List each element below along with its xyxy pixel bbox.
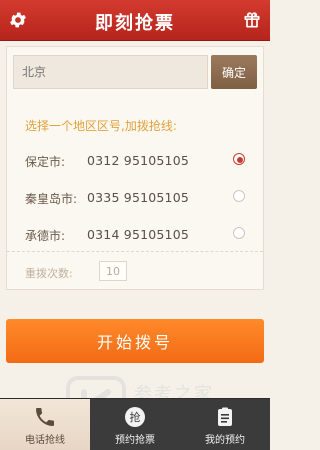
nav-item-my-reservations[interactable]: 我的预约 (180, 399, 270, 450)
radio-unselected-icon[interactable] (233, 190, 245, 202)
nav-item-reserve-grab[interactable]: 抢 预约抢票 (90, 399, 180, 450)
option-number: 0314 95105105 (87, 227, 190, 242)
dashed-divider (7, 251, 263, 252)
retry-count-input[interactable] (99, 261, 127, 281)
option-city: 保定市: (25, 155, 66, 169)
radio-selected-icon[interactable] (233, 153, 245, 165)
radio-unselected-icon[interactable] (233, 227, 245, 239)
clipboard-icon (213, 405, 237, 429)
option-number: 0335 95105105 (87, 190, 190, 205)
area-code-options: 保定市: 0312 95105105 秦皇岛市: 0335 95105105 承… (7, 147, 263, 258)
city-search-row: 确定 (13, 55, 257, 89)
retry-label: 重拨次数: (25, 267, 73, 280)
option-number: 0312 95105105 (87, 153, 190, 168)
gift-icon[interactable] (242, 10, 262, 30)
phone-icon (33, 405, 57, 429)
confirm-button[interactable]: 确定 (211, 55, 257, 89)
nav-label: 预约抢票 (115, 435, 155, 446)
option-city: 秦皇岛市: (25, 192, 78, 206)
page-title: 即刻抢票 (95, 13, 175, 34)
area-code-option[interactable]: 秦皇岛市: 0335 95105105 (7, 184, 263, 221)
bottom-navigation: 电话抢线 抢 预约抢票 我的预约 (0, 398, 270, 450)
svg-text:抢: 抢 (130, 410, 141, 424)
selection-card: 确定 选择一个地区区号,加拨抢线: 保定市: 0312 95105105 秦皇岛… (6, 46, 264, 290)
nav-label: 电话抢线 (25, 435, 65, 446)
ticket-grab-icon: 抢 (123, 405, 147, 429)
nav-item-phone-grab[interactable]: 电话抢线 (0, 399, 90, 450)
area-code-instruction: 选择一个地区区号,加拨抢线: (25, 119, 177, 133)
area-code-option[interactable]: 承德市: 0314 95105105 (7, 221, 263, 258)
option-city: 承德市: (25, 229, 66, 243)
city-search-input[interactable] (13, 55, 208, 89)
nav-label: 我的预约 (205, 435, 245, 446)
area-code-option[interactable]: 保定市: 0312 95105105 (7, 147, 263, 184)
start-dial-button[interactable]: 开始拨号 (6, 319, 264, 363)
app-header: 即刻抢票 (0, 0, 270, 41)
